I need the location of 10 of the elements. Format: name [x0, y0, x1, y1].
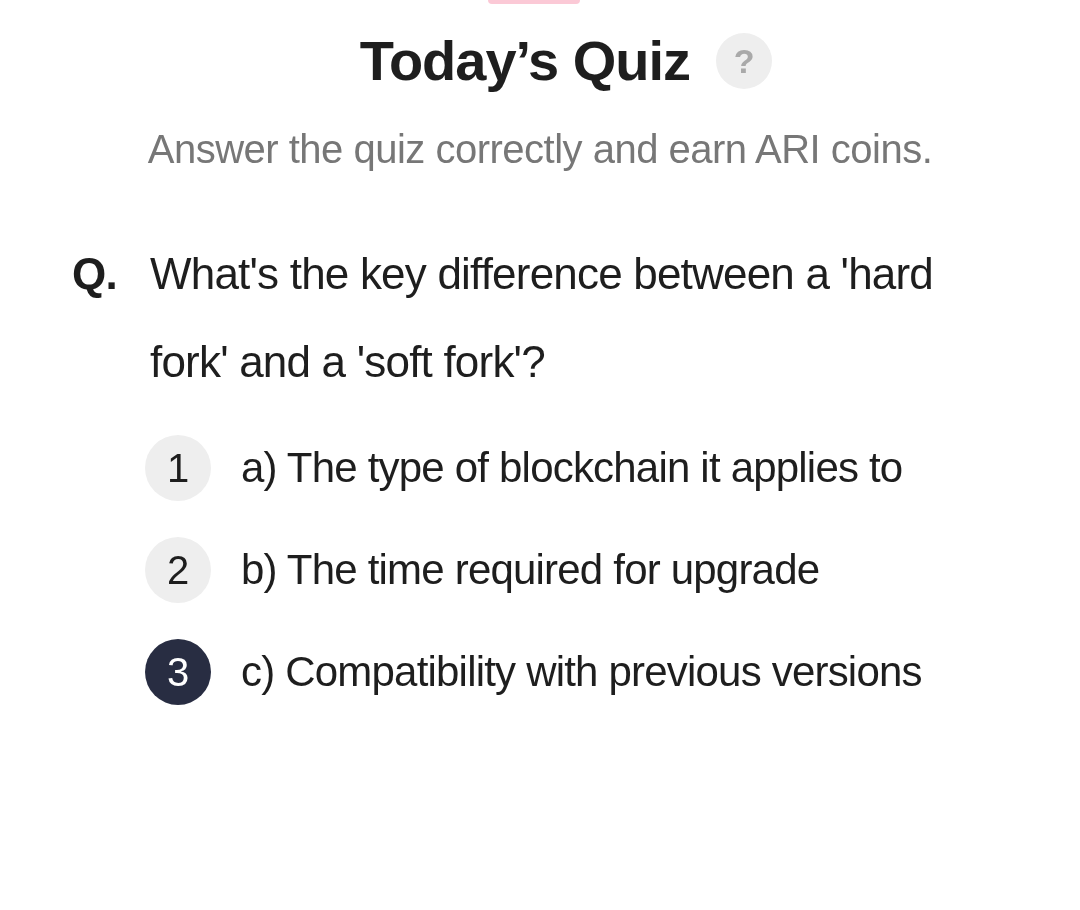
- quiz-subtitle: Answer the quiz correctly and earn ARI coins.: [146, 126, 934, 173]
- option-text[interactable]: b) The time required for upgrade: [241, 534, 971, 606]
- question-prefix: Q.: [72, 248, 118, 300]
- option-number[interactable]: 3: [145, 639, 211, 705]
- question-text: What's the key difference between a 'hard fork' and a 'soft fork'?: [150, 248, 934, 388]
- option-text[interactable]: a) The type of blockchain it applies to: [241, 432, 971, 504]
- option-text[interactable]: c) Compatibility with previous versions: [241, 636, 971, 708]
- option-number[interactable]: 2: [145, 537, 211, 603]
- quiz-title: Today’s Quiz: [359, 28, 691, 94]
- option-number[interactable]: 1: [145, 435, 211, 501]
